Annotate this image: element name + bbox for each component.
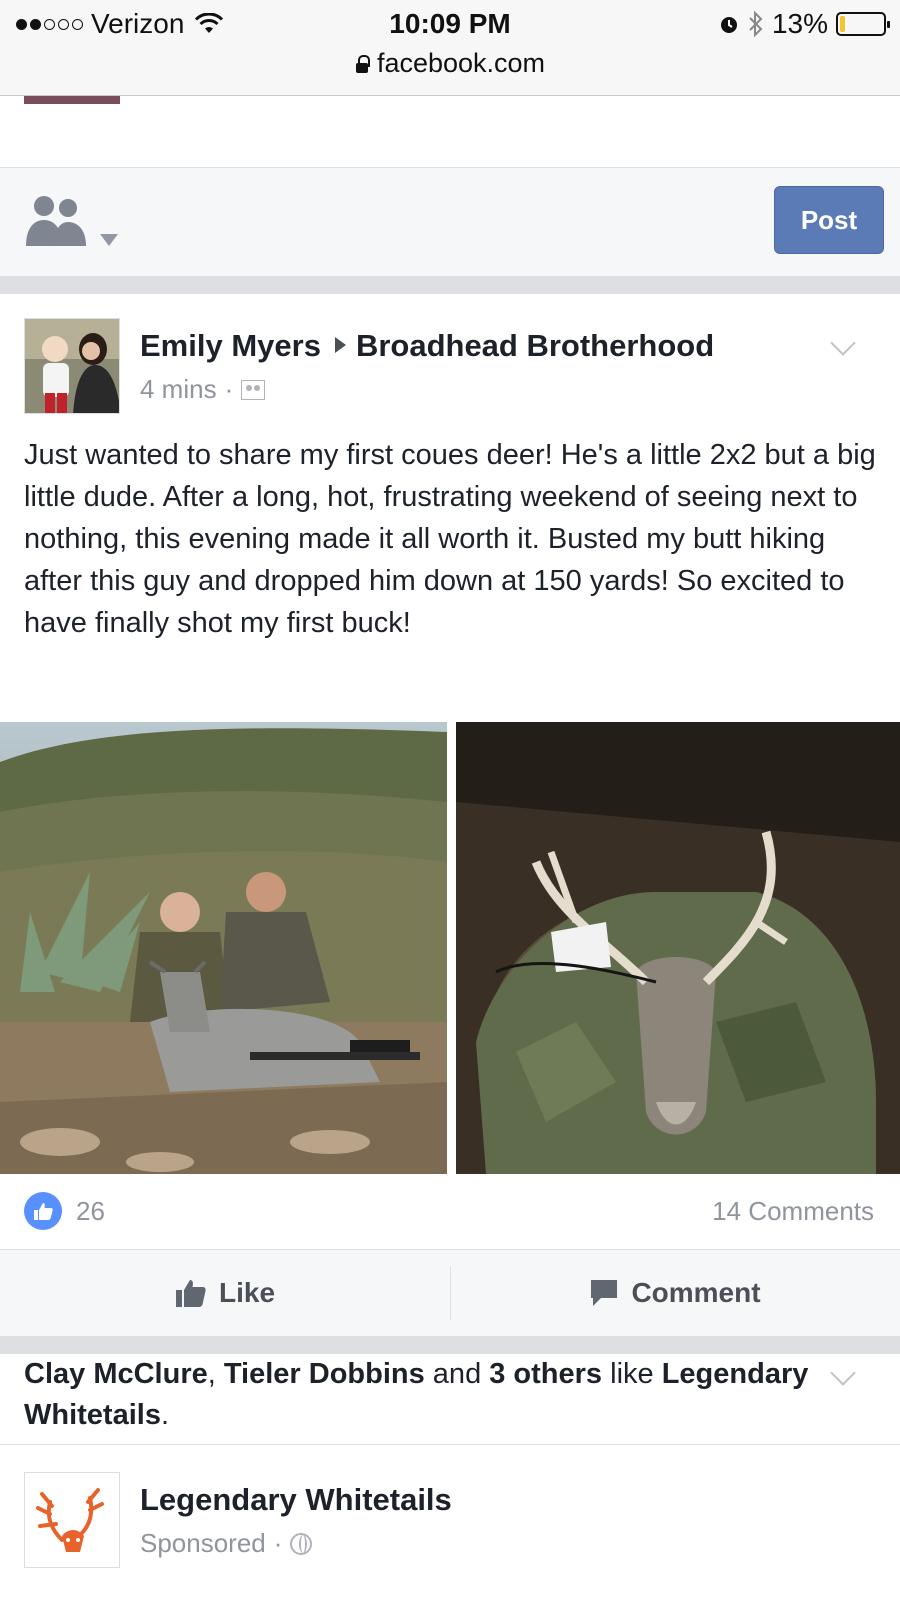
system-indicators: 13% [718, 8, 890, 40]
post-options-chevron-icon[interactable] [830, 334, 856, 360]
audience-selector[interactable] [24, 192, 120, 248]
friends-audience-icon [26, 196, 86, 246]
thumbs-up-icon [175, 1280, 206, 1307]
author-name[interactable]: Emily Myers [140, 328, 321, 363]
legendary-whitetails-logo[interactable] [24, 1472, 120, 1568]
section-divider [0, 1336, 900, 1354]
like-count[interactable]: 26 [76, 1196, 105, 1227]
address-bar[interactable]: facebook.com [0, 48, 900, 79]
deer-closeup-photo[interactable] [456, 722, 900, 1174]
arrow-right-icon [334, 337, 346, 353]
post-meta: 4 mins · [140, 374, 266, 405]
text-like: like [602, 1358, 662, 1390]
composer-input-area[interactable] [0, 96, 900, 168]
globe-icon [290, 1532, 313, 1555]
alarm-icon [720, 17, 737, 33]
post-body-text: Just wanted to share my first coues deer… [24, 439, 876, 639]
suggestion-options-chevron-icon[interactable] [830, 1364, 856, 1390]
post-photos [0, 722, 900, 1174]
composer-toolbar: Post [0, 168, 900, 276]
battery-icon [836, 12, 890, 36]
post-timestamp[interactable]: 4 mins [140, 374, 217, 405]
meta-separator: · [224, 374, 234, 404]
like-button[interactable]: Like [0, 1250, 450, 1336]
avatar-photo [25, 319, 119, 413]
bluetooth-icon [749, 10, 763, 38]
like-label: Like [218, 1277, 276, 1308]
text-comma: , [207, 1358, 224, 1390]
comment-button[interactable]: Comment [450, 1250, 900, 1336]
chevron-down-icon [100, 234, 118, 246]
post-actions: Like Comment [0, 1250, 900, 1336]
status-bar: Verizon 10:09 PM 13% facebook.com [0, 0, 900, 96]
post-button[interactable]: Post [774, 186, 884, 254]
author-avatar[interactable] [24, 318, 120, 414]
deer-antler-logo-icon [36, 1488, 104, 1552]
text-and: and [424, 1358, 490, 1390]
sponsored-page-name[interactable]: Legendary Whitetails [140, 1482, 452, 1518]
group-privacy-icon [241, 379, 266, 400]
comment-bubble-icon [591, 1280, 618, 1306]
comment-label: Comment [631, 1277, 761, 1308]
previous-image-edge [24, 96, 120, 104]
hunters-with-deer-photo[interactable] [0, 722, 447, 1174]
reaction-summary: 26 14 Comments [0, 1174, 900, 1250]
social-context-text: Clay McClure, Tieler Dobbins and 3 other… [24, 1354, 814, 1436]
context-divider [0, 1444, 900, 1445]
lock-icon [355, 55, 370, 73]
group-name[interactable]: Broadhead Brotherhood [356, 328, 714, 363]
url-text: facebook.com [376, 48, 546, 78]
friend-name-2[interactable]: Tieler Dobbins [224, 1358, 425, 1390]
sponsored-meta: Sponsored · [140, 1528, 313, 1559]
meta-separator: · [273, 1528, 283, 1558]
comment-count[interactable]: 14 Comments [712, 1196, 874, 1227]
like-reaction-icon[interactable] [24, 1192, 62, 1230]
battery-percent: 13% [771, 8, 828, 39]
section-divider [0, 276, 900, 294]
text-period: . [160, 1399, 170, 1431]
post-header: Emily Myers Broadhead Brotherhood [140, 328, 714, 364]
sponsored-label[interactable]: Sponsored [140, 1528, 266, 1559]
friend-name-1[interactable]: Clay McClure [24, 1358, 208, 1390]
others-link[interactable]: 3 others [489, 1358, 602, 1390]
